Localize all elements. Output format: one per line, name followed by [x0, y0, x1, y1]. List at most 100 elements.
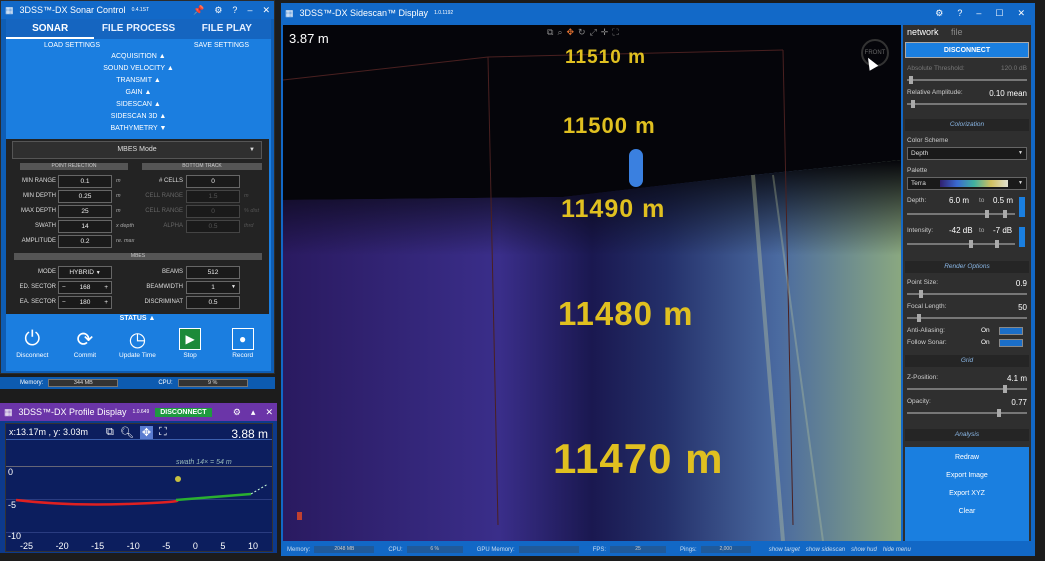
show-hud-link[interactable]: show hud [851, 547, 877, 553]
panel-disconnect-button[interactable]: DISCONNECT [905, 42, 1029, 58]
status-toggle[interactable]: STATUS ▲ [6, 315, 269, 322]
ed-sector-stepper[interactable]: − 168 + [58, 281, 112, 294]
sidescan-3d-view[interactable]: 3.87 m ⧉ ⌕ ✥ ↻ ⤢ ✛ ⛶ FRONT 11510 m 11500… [283, 25, 901, 541]
mode-select[interactable]: MBES Mode ▼ [12, 141, 262, 159]
minimize-icon[interactable]: – [247, 5, 252, 16]
sonar-action-buttons: ⏻ Disconnect ⟳ Commit ◷ Update Time ▶ Stop ●… [6, 326, 269, 359]
commit-button[interactable]: ⟳ Commit [60, 326, 110, 360]
layers-icon[interactable]: ⧉ [547, 27, 553, 38]
min-depth-input[interactable]: 0.25 [58, 190, 112, 203]
pan-icon[interactable]: ✥ [566, 27, 574, 38]
pin-icon[interactable]: 📌 [193, 5, 204, 16]
depth-to-label: to [979, 197, 985, 204]
export-image-button[interactable]: Export Image [905, 467, 1029, 485]
mbes-mode-value: HYBRID [69, 269, 94, 276]
menu-transmit[interactable]: TRANSMIT ▲ [6, 75, 271, 87]
beamwidth-select[interactable]: 1 ▼ [186, 281, 240, 294]
load-settings-button[interactable]: LOAD SETTINGS [44, 42, 100, 49]
plus-icon[interactable]: + [104, 282, 108, 293]
fullscreen-icon[interactable]: ⛶ [612, 27, 618, 38]
close-icon[interactable]: ✕ [265, 407, 273, 418]
bathymetry-panel: MBES Mode ▼ POINT REJECTION BOTTOM TRACK … [6, 139, 269, 314]
ea-sector-stepper[interactable]: − 180 + [58, 296, 112, 309]
rel-amp-slider[interactable] [907, 100, 1027, 108]
stop-button[interactable]: ▶ Stop [165, 326, 215, 359]
intensity-range-slider[interactable] [907, 240, 1015, 248]
disconnect-button[interactable]: ⏻ Disconnect [7, 326, 57, 360]
tab-sonar[interactable]: SONAR [6, 19, 95, 39]
depth-range-toggle[interactable] [1019, 197, 1025, 217]
abs-threshold-slider[interactable] [907, 76, 1027, 84]
z-position-slider[interactable] [907, 385, 1027, 393]
minus-icon[interactable]: − [62, 297, 66, 308]
depth-to: 0.5 m [993, 196, 1014, 205]
update-time-button[interactable]: ◷ Update Time [112, 326, 162, 360]
gear-icon[interactable]: ⚙ [233, 407, 241, 418]
menu-sound-velocity[interactable]: SOUND VELOCITY ▲ [6, 63, 271, 75]
min-range-label: MIN RANGE [21, 178, 56, 184]
gear-icon[interactable]: ⚙ [935, 8, 943, 19]
menu-gain[interactable]: GAIN ▲ [6, 87, 271, 99]
cell-range-unit: m [244, 193, 249, 199]
mbes-mode-select[interactable]: HYBRID ▼ [58, 266, 112, 279]
menu-acquisition[interactable]: ACQUISITION ▲ [6, 51, 271, 63]
tab-file[interactable]: file [951, 27, 963, 37]
magnifier-icon[interactable]: ⌕ [557, 27, 562, 38]
rel-amp-value: 0.10 mean [989, 89, 1027, 98]
palette-select[interactable]: Terra ▼ [907, 177, 1027, 190]
cells-input[interactable]: 0 [186, 175, 240, 188]
amplitude-input[interactable]: 0.2 [58, 235, 112, 248]
point-size-slider[interactable] [907, 290, 1027, 298]
maximize-icon[interactable]: ☐ [995, 8, 1003, 19]
tab-network[interactable]: network [907, 27, 939, 37]
help-icon[interactable]: ? [957, 8, 962, 19]
swath-input[interactable]: 14 [58, 220, 112, 233]
render-options-header: Render Options [905, 261, 1029, 273]
profile-disconnect-button[interactable]: DISCONNECT [155, 407, 212, 417]
chevron-down-icon: ▼ [231, 284, 236, 290]
play-icon: ▶ [179, 328, 202, 350]
cpu-label: CPU: [158, 380, 173, 386]
plus-icon[interactable]: + [104, 297, 108, 308]
min-range-input[interactable]: 0.1 [58, 175, 112, 188]
redraw-button[interactable]: Redraw [905, 449, 1029, 467]
tab-file-process[interactable]: FILE PROCESS [94, 19, 182, 39]
discriminat-input[interactable]: 0.5 [186, 296, 240, 309]
tab-file-play[interactable]: FILE PLAY [183, 19, 271, 39]
close-icon[interactable]: ✕ [1017, 8, 1025, 19]
gear-icon[interactable]: ⚙ [214, 5, 222, 16]
color-scheme-select[interactable]: Depth ▼ [907, 147, 1027, 160]
profile-plot[interactable]: x:13.17m , y: 3.03m ⧉ 🔍︎ ✥ ⛶ 3.88 m swat… [5, 423, 273, 552]
collapse-icon[interactable]: ▴ [251, 407, 256, 418]
move-icon[interactable]: ✛ [601, 27, 609, 38]
rotate-icon[interactable]: ↻ [578, 27, 586, 38]
menu-bathymetry[interactable]: BATHYMETRY ▼ [6, 123, 271, 135]
minimize-icon[interactable]: – [976, 8, 981, 19]
beams-input[interactable]: 512 [186, 266, 240, 279]
record-button[interactable]: ● Record [218, 326, 268, 359]
show-target-link[interactable]: show target [769, 547, 800, 553]
menu-sidescan-3d[interactable]: SIDESCAN 3D ▲ [6, 111, 271, 123]
help-icon[interactable]: ? [232, 5, 237, 16]
opacity-slider[interactable] [907, 409, 1027, 417]
focal-length-slider[interactable] [907, 314, 1027, 322]
abs-threshold-value: 120.0 dB [1000, 65, 1027, 72]
point-rejection-header: POINT REJECTION [20, 163, 128, 170]
save-settings-button[interactable]: SAVE SETTINGS [194, 42, 249, 49]
max-depth-input[interactable]: 25 [58, 205, 112, 218]
show-sidescan-link[interactable]: show sidescan [806, 547, 845, 553]
fit-icon[interactable]: ⤢ [590, 27, 597, 38]
anti-aliasing-toggle[interactable] [999, 327, 1023, 335]
export-xyz-button[interactable]: Export XYZ [905, 485, 1029, 503]
cell-range-pct-input: 0 [186, 205, 240, 218]
hide-menu-link[interactable]: hide menu [883, 547, 911, 553]
depth-range-slider[interactable] [907, 210, 1015, 218]
intensity-range-toggle[interactable] [1019, 227, 1025, 247]
close-icon[interactable]: ✕ [262, 5, 270, 16]
menu-sidescan[interactable]: SIDESCAN ▲ [6, 99, 271, 111]
minus-icon[interactable]: − [62, 282, 66, 293]
y-tick-10: -10 [8, 531, 22, 541]
clear-button[interactable]: Clear [905, 503, 1029, 521]
analysis-buttons: Redraw Export Image Export XYZ Clear [905, 447, 1029, 541]
follow-sonar-toggle[interactable] [999, 339, 1023, 347]
